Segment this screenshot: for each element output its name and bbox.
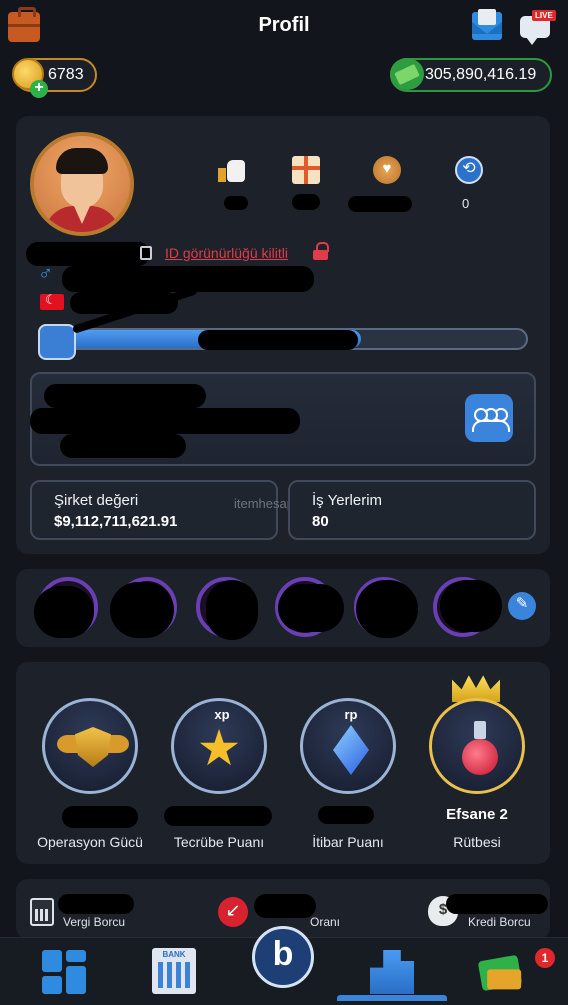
active-tab-indicator [337,995,447,1001]
bank-icon[interactable] [152,948,196,994]
dashboard-grid-icon[interactable] [42,950,88,996]
notification-badge: 1 [535,948,555,968]
redacted-friend-scribble [34,586,94,638]
mail-icon[interactable] [472,9,502,40]
redacted-heart-count [348,196,412,212]
reputation-label: İtibar Puanı [312,834,384,850]
history-icon[interactable] [455,156,483,184]
level-badge [38,324,76,360]
add-coins-button[interactable]: + [30,80,48,98]
potion-neck [474,721,486,739]
avatar-hair [56,148,108,174]
redacted-operation-value [62,806,138,828]
male-icon: ♂ [38,263,53,285]
redacted-company-detail [30,408,300,434]
rate-label: Oranı [310,915,341,929]
redacted-rate-value [254,894,316,918]
copy-icon[interactable] [140,246,152,260]
history-count: 0 [462,196,470,211]
redacted-credit-value [446,894,548,914]
id-visibility-link[interactable]: ID görünürlüğü kilitli [165,245,288,261]
avatar[interactable] [30,132,134,236]
company-value: $9,112,711,621.91 [54,513,178,530]
workplaces-count: 80 [312,513,329,530]
calculator-icon [30,898,54,926]
rp-label: rp [344,707,358,722]
group-members-button[interactable] [465,394,513,442]
heart-coin-icon[interactable] [373,156,401,184]
workplaces-box[interactable]: İş Yerlerim 80 [288,480,536,540]
watermark-text: itemhesap [234,496,294,511]
star-icon: ★ [196,720,242,776]
redacted-tax-value [58,894,134,914]
reputation-badge[interactable]: rp [300,698,396,794]
edit-friends-button[interactable] [508,592,536,620]
cash-icon [390,58,424,90]
home-logo-button[interactable] [252,926,314,988]
turkey-flag-icon [40,293,64,310]
redacted-company-name [44,384,206,408]
redacted-xp-value [164,806,272,826]
redacted-friend-scribble [356,580,418,638]
redacted-level-text [198,330,358,350]
redacted-gift-count [292,194,320,210]
credit-debt-label: Kredi Borcu [468,915,531,929]
cards-icon[interactable] [477,954,523,992]
tax-debt-label: Vergi Borcu [63,915,126,929]
potion-icon [462,739,498,775]
experience-label: Tecrübe Puanı [173,834,265,850]
redacted-friend-scribble [206,580,258,640]
company-value-label: Şirket değeri [54,492,139,509]
coin-balance: 6783 [48,66,84,83]
live-badge: LIVE [532,10,556,21]
experience-badge[interactable]: xp ★ [171,698,267,794]
gift-icon[interactable] [292,156,320,184]
rate-down-icon [218,897,248,927]
redacted-friend-scribble [278,584,344,632]
redacted-friend-scribble [110,582,174,638]
redacted-company-extra [60,434,186,458]
operation-wings-icon [75,727,111,767]
operation-power-badge[interactable] [42,698,138,794]
redacted-friend-scribble [440,580,502,632]
cash-balance: 305,890,416.19 [425,66,537,83]
redacted-like-count [224,196,248,210]
gem-icon [333,725,369,775]
rank-badge[interactable] [429,698,525,794]
lock-icon [313,242,329,260]
workplaces-label: İş Yerlerim [312,492,383,509]
rank-name: Efsane 2 [446,806,508,823]
like-icon[interactable] [218,156,246,184]
operation-power-label: Operasyon Gücü [37,834,143,850]
rank-label: Rütbesi [453,834,501,850]
redacted-rp-value [318,806,374,824]
